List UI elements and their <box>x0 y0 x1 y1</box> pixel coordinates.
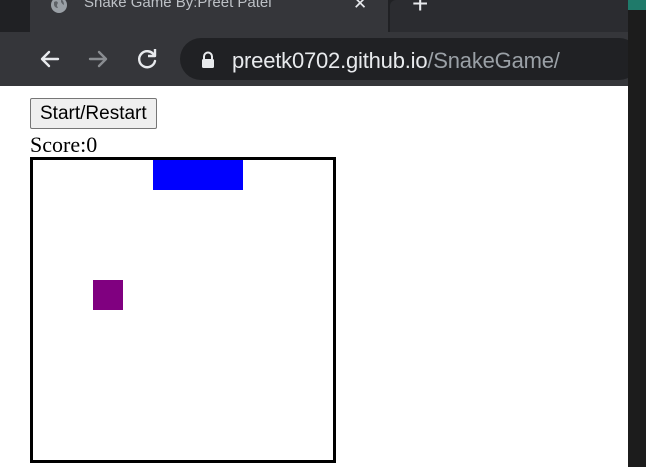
new-tab-button[interactable]: + <box>412 0 428 18</box>
back-arrow-icon[interactable] <box>36 45 64 73</box>
snake-segment <box>183 160 213 190</box>
browser-tab[interactable]: Snake Game By:Preet Patel ✕ <box>30 0 388 32</box>
tab-close-icon[interactable]: ✕ <box>353 0 367 14</box>
tab-strip: Snake Game By:Preet Patel ✕ + <box>0 0 628 32</box>
reload-icon[interactable] <box>133 45 161 73</box>
browser-toolbar: preetk0702.github.io/SnakeGame/ <box>0 32 640 86</box>
window-edge <box>628 0 646 467</box>
window-edge-accent <box>628 0 646 10</box>
lock-icon[interactable] <box>200 51 216 69</box>
url-path: /SnakeGame/ <box>427 48 560 73</box>
start-restart-button[interactable]: Start/Restart <box>30 98 157 129</box>
snake-segment <box>153 160 183 190</box>
page-content: Start/Restart Score:0 <box>0 86 628 467</box>
game-board[interactable] <box>30 157 336 463</box>
url-host: preetk0702.github.io <box>232 48 428 73</box>
address-bar[interactable]: preetk0702.github.io/SnakeGame/ <box>180 38 640 80</box>
score-label: Score:0 <box>30 132 98 157</box>
forward-arrow-icon[interactable] <box>84 45 112 73</box>
globe-icon <box>51 0 67 13</box>
food-item <box>93 280 123 310</box>
snake-segment <box>213 160 243 190</box>
new-tab-area: + <box>390 0 628 32</box>
url-text: preetk0702.github.io/SnakeGame/ <box>232 48 560 74</box>
tab-title: Snake Game By:Preet Patel <box>84 0 272 11</box>
